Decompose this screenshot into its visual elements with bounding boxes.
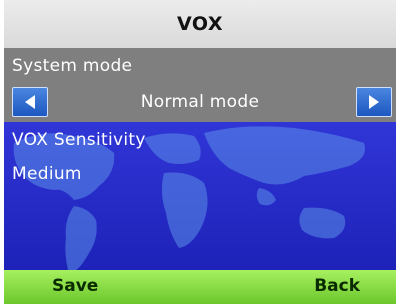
left-arrow-icon — [25, 95, 35, 109]
previous-mode-button[interactable] — [12, 87, 48, 117]
system-mode-panel: System mode Normal mode — [4, 48, 396, 122]
vox-sensitivity-label[interactable]: VOX Sensitivity — [12, 130, 146, 150]
vox-sensitivity-value[interactable]: Medium — [12, 164, 82, 184]
next-mode-button[interactable] — [356, 87, 392, 117]
system-mode-selector[interactable]: Normal mode — [4, 84, 396, 120]
right-arrow-icon — [369, 95, 379, 109]
system-mode-label: System mode — [12, 56, 133, 76]
system-mode-value: Normal mode — [140, 92, 260, 112]
title-bar: VOX — [4, 0, 396, 49]
save-softkey[interactable]: Save — [52, 276, 98, 296]
page-title: VOX — [177, 13, 223, 35]
phone-screen: VOX System mode Normal mode VOX Sensitiv… — [4, 0, 396, 304]
settings-area: System mode Normal mode VOX Sensitivity … — [4, 48, 396, 270]
softkey-bar: Save Back — [4, 270, 396, 304]
back-softkey[interactable]: Back — [314, 276, 360, 296]
